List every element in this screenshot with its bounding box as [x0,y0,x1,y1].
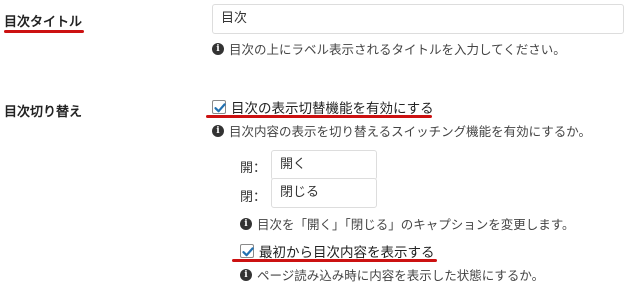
toc-title-info-text: 目次の上にラベル表示されるタイトルを入力してください。 [229,42,566,57]
initial-open-info: i ページ読み込み時に内容を表示した状態にするか。 [240,265,544,284]
enable-toggle-info: i 目次内容の表示を切り替えるスイッチング機能を有効にするか。 [212,121,591,140]
info-icon: i [212,42,224,55]
checkmark-icon [214,103,226,113]
enable-toggle-info-text: 目次内容の表示を切り替えるスイッチング機能を有効にするか。 [229,124,592,139]
caption-info-text: 目次を「開く」「閉じる」のキャプションを変更します。 [257,217,575,232]
info-icon: i [212,124,224,137]
initial-open-info-text: ページ読み込み時に内容を表示した状態にするか。 [257,268,545,283]
open-caption-label: 開： [240,161,267,176]
initial-open-checkbox-label: 最初から目次内容を表示する [259,245,435,261]
toc-title-label: 目次タイトル [4,15,83,30]
enable-toggle-checkbox-row[interactable]: 目次の表示切替機能を有効にする [212,97,434,117]
initial-open-checkbox[interactable] [240,244,254,258]
initial-open-underline [232,259,437,262]
toc-title-underline [4,30,84,33]
enable-toggle-checkbox-label: 目次の表示切替機能を有効にする [231,101,434,117]
close-caption-input[interactable]: 閉じる [271,178,377,208]
info-icon: i [240,217,252,230]
open-caption-input[interactable]: 開く [271,150,377,180]
enable-toggle-underline [206,115,432,118]
caption-info: i 目次を「開く」「閉じる」のキャプションを変更します。 [240,214,575,233]
info-icon: i [240,268,252,281]
toc-title-info: i 目次の上にラベル表示されるタイトルを入力してください。 [212,39,566,58]
enable-toggle-checkbox[interactable] [212,100,226,114]
checkmark-icon [242,247,254,257]
initial-open-checkbox-row[interactable]: 最初から目次内容を表示する [240,241,435,261]
close-caption-label: 閉： [240,190,267,205]
toc-toggle-label: 目次切り替え [4,105,83,120]
toc-title-input[interactable]: 目次 [212,4,624,34]
